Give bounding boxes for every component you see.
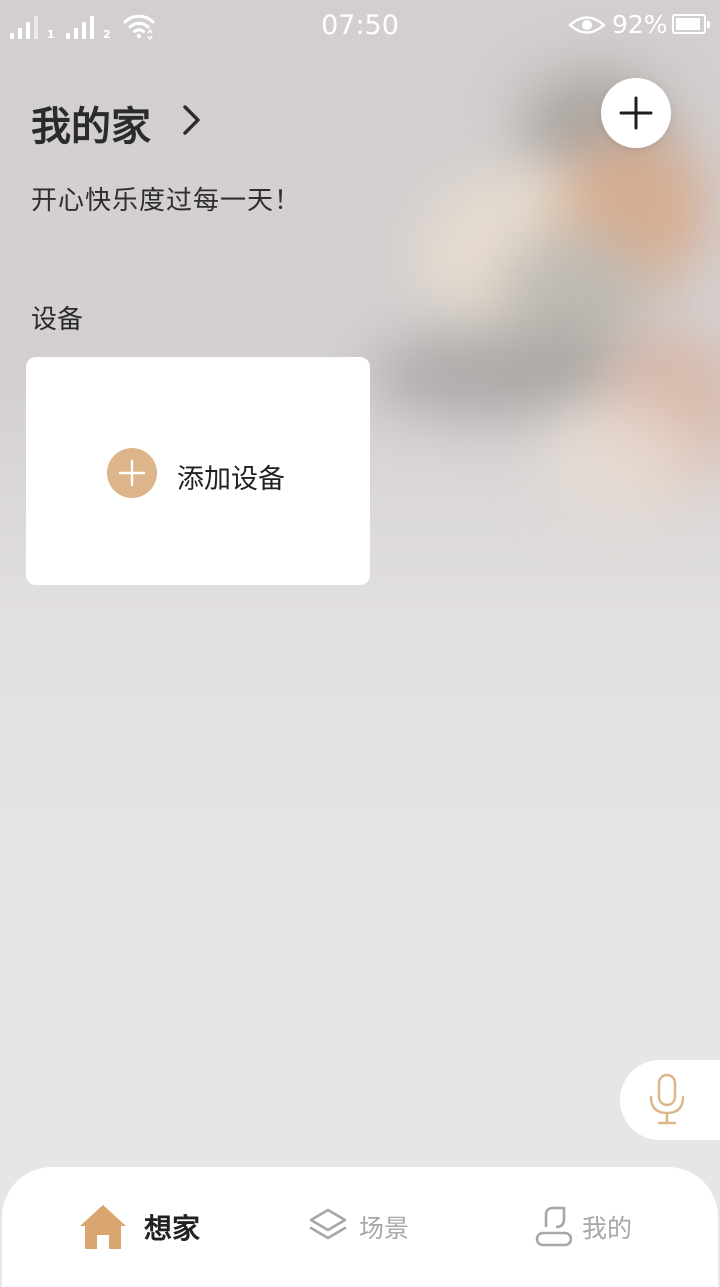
tab-home-label: 想家 <box>144 1212 201 1245</box>
add-device-card[interactable]: 添加设备 <box>26 357 370 585</box>
battery-percent: 92% <box>612 10 668 39</box>
background-blur <box>540 400 700 520</box>
add-device-label: 添加设备 <box>177 464 285 495</box>
layers-icon <box>309 1208 347 1240</box>
microphone-icon <box>649 1073 685 1125</box>
tab-scenes[interactable]: 场景 <box>307 1203 409 1251</box>
tab-profile[interactable]: 我的 <box>534 1203 632 1251</box>
battery-icon <box>672 14 710 34</box>
tab-profile-label: 我的 <box>582 1214 633 1243</box>
greeting-text: 开心快乐度过每一天！ <box>31 186 302 216</box>
tab-home[interactable]: 想家 <box>78 1203 200 1251</box>
tab-scenes-label: 场景 <box>359 1214 410 1243</box>
add-button[interactable] <box>601 78 671 148</box>
home-icon <box>80 1205 126 1249</box>
voice-button[interactable] <box>620 1060 720 1140</box>
person-icon <box>535 1206 572 1247</box>
devices-section-title: 设备 <box>31 305 84 335</box>
eye-comfort-icon <box>568 16 606 34</box>
bottom-nav: 想家 场景 我的 <box>2 1167 718 1287</box>
plus-circle-icon <box>107 448 157 498</box>
plus-icon <box>619 96 653 130</box>
home-name-title[interactable]: 我的家 <box>31 94 151 152</box>
chevron-right-icon[interactable] <box>181 104 203 136</box>
status-bar: 1 2 07:50 92% <box>0 0 720 52</box>
